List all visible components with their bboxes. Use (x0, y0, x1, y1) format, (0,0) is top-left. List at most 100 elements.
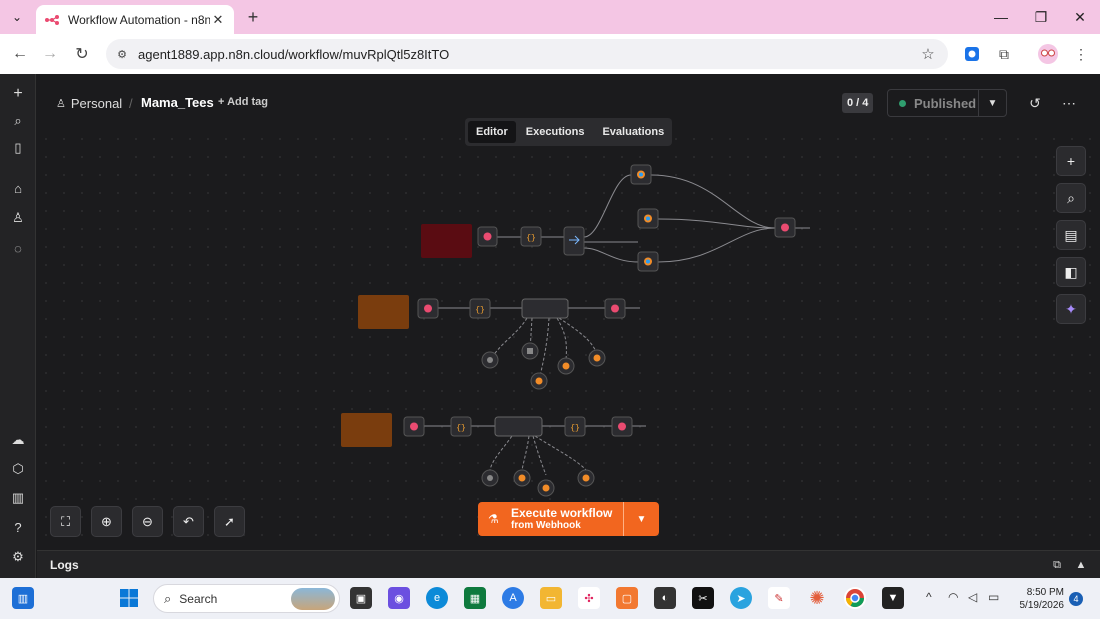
execute-workflow-button[interactable]: ⚗ Execute workflow from Webhook ▼ (478, 502, 659, 536)
tool-node-escalations[interactable] (530, 372, 548, 390)
sticky-note[interactable] (358, 295, 409, 329)
window-close-icon[interactable]: ✕ (1061, 0, 1099, 34)
site-info-icon[interactable]: ⚙ (112, 44, 132, 64)
tab-editor[interactable]: Editor (468, 121, 516, 143)
popout-icon[interactable]: ⧉ (1049, 557, 1065, 573)
taskbar-search[interactable]: ⌕ Search (153, 584, 340, 613)
templates-icon[interactable]: ⬡ (7, 458, 29, 480)
node-respond-to-webhook2[interactable] (611, 416, 633, 437)
app-dark-icon[interactable]: ▼ (882, 587, 904, 609)
history-icon[interactable]: ↺ (1024, 92, 1046, 114)
battery-icon[interactable]: ▭ (988, 590, 999, 604)
extension-icon[interactable] (962, 44, 982, 64)
node-webhook2[interactable] (403, 416, 425, 437)
user-icon[interactable]: ♙ (7, 207, 29, 229)
node-switch[interactable] (563, 226, 585, 256)
add-tag-button[interactable]: + Add tag (218, 96, 268, 108)
node-reservation[interactable] (637, 208, 659, 229)
claude-icon[interactable]: ✺ (806, 587, 828, 609)
sidebar-toggle-icon[interactable]: ▯ (7, 137, 29, 159)
workflow-canvas[interactable]: {} {} {} {} (37, 130, 1100, 550)
more-options-icon[interactable]: ⋯ (1058, 92, 1080, 114)
node-order[interactable] (630, 164, 652, 185)
sticky-note[interactable] (421, 224, 472, 258)
node-code2[interactable]: {} (450, 416, 472, 437)
back-icon[interactable]: ← (8, 42, 32, 66)
start-icon[interactable] (118, 587, 140, 609)
profile-avatar[interactable] (1038, 44, 1058, 64)
file-explorer-icon[interactable]: ▭ (540, 587, 562, 609)
telegram-icon[interactable]: ➤ (730, 587, 752, 609)
node-code[interactable]: {} (520, 226, 542, 247)
chevron-up-icon[interactable]: ^ (926, 590, 932, 604)
tool-node-simple-memory[interactable] (521, 342, 539, 360)
restore-icon[interactable]: ❐ (1022, 0, 1060, 34)
url-text[interactable]: agent1889.app.n8n.cloud/workflow/muvRplQ… (138, 47, 916, 62)
undo-icon[interactable]: ↶ (173, 506, 204, 537)
breadcrumb-project[interactable]: ♙ Personal (56, 96, 122, 111)
wifi-icon[interactable]: ◠ (948, 590, 958, 604)
tab-close-icon[interactable]: ✕ (210, 12, 226, 28)
search-icon[interactable]: ⌕ (7, 110, 29, 132)
chrome-icon[interactable] (844, 587, 866, 609)
panel-toggle-icon[interactable]: ◧ (1056, 257, 1086, 287)
node-code1[interactable]: {} (469, 298, 491, 319)
settings-icon[interactable]: ⚙ (7, 546, 29, 568)
tool-node-order[interactable] (588, 349, 606, 367)
slack-icon[interactable]: ✣ (578, 587, 600, 609)
tool-node-reservation[interactable] (557, 357, 575, 375)
home-icon[interactable]: ⌂ (7, 177, 29, 199)
add-node-icon[interactable]: + (1056, 146, 1086, 176)
node-respond-to-webhook[interactable] (774, 217, 796, 238)
help-icon[interactable]: ? (7, 516, 29, 538)
ai-assistant-icon[interactable]: ✦ (1056, 294, 1086, 324)
chat-app-icon[interactable]: ◉ (388, 587, 410, 609)
tool-node-escalation2[interactable] (577, 469, 595, 487)
node-webhook[interactable] (477, 226, 498, 247)
workflow-name[interactable]: Mama_Tees (141, 95, 214, 110)
node-code3[interactable]: {} (564, 416, 586, 437)
tool-node-reservation2[interactable] (537, 479, 555, 497)
minimize-icon[interactable]: — (982, 0, 1020, 34)
tool-node-dashboard-brain[interactable] (481, 469, 499, 487)
app-icon[interactable]: A (502, 587, 524, 609)
node-respond-to-webhook1[interactable] (604, 298, 626, 319)
publish-button[interactable]: Published ▼ (887, 89, 1007, 117)
version-counter[interactable]: 0 / 4 (842, 93, 874, 113)
browser-menu-icon[interactable]: ⋮ (1071, 44, 1091, 64)
zoom-in-icon[interactable]: ⊕ (91, 506, 122, 537)
volume-icon[interactable]: ◁ (968, 590, 977, 604)
task-view-icon[interactable]: ▣ (350, 587, 372, 609)
sticky-note-icon[interactable]: ▤ (1056, 220, 1086, 250)
address-bar[interactable]: ⚙ agent1889.app.n8n.cloud/workflow/muvRp… (106, 39, 948, 69)
tab-executions[interactable]: Executions (518, 121, 593, 143)
edge-icon[interactable]: e (426, 587, 448, 609)
logs-panel-bar[interactable]: Logs ⧉ ▲ (37, 550, 1100, 578)
pointer-tool-icon[interactable]: ➚ (214, 506, 245, 537)
tab-list-icon[interactable]: ⌄ (6, 6, 28, 28)
fit-view-icon[interactable]: ⛶ (50, 506, 81, 537)
tab-evaluations[interactable]: Evaluations (594, 121, 672, 143)
node-dashboard-agent[interactable] (494, 416, 543, 437)
sticky-note[interactable] (341, 413, 392, 447)
node-webhook1[interactable] (417, 298, 439, 319)
notification-badge[interactable]: 4 (1069, 592, 1083, 606)
node-chat-agent[interactable] (521, 298, 569, 319)
store-icon[interactable]: ▦ (464, 587, 486, 609)
system-clock[interactable]: 8:50 PM 5/19/2026 (1016, 586, 1065, 612)
widgets-icon[interactable]: ▥ (12, 587, 34, 609)
node-escalation[interactable] (637, 251, 659, 272)
reload-icon[interactable]: ↻ (70, 42, 94, 66)
cloud-icon[interactable]: ☁ (7, 429, 29, 451)
add-icon[interactable]: + (7, 83, 29, 105)
capcut-icon[interactable]: ✂ (692, 587, 714, 609)
app-orange-icon[interactable]: ▢ (616, 587, 638, 609)
insights-icon[interactable]: ▥ (7, 487, 29, 509)
linux-icon[interactable]: ◐ (654, 587, 676, 609)
chevron-down-icon[interactable]: ▼ (623, 502, 659, 536)
bookmark-star-icon[interactable]: ☆ (916, 45, 940, 63)
snipping-icon[interactable]: ✎ (768, 587, 790, 609)
chat-icon[interactable]: ◌ (7, 237, 29, 259)
tool-node-order2[interactable] (513, 469, 531, 487)
browser-tab[interactable]: Workflow Automation - n8n ✕ (36, 5, 234, 34)
